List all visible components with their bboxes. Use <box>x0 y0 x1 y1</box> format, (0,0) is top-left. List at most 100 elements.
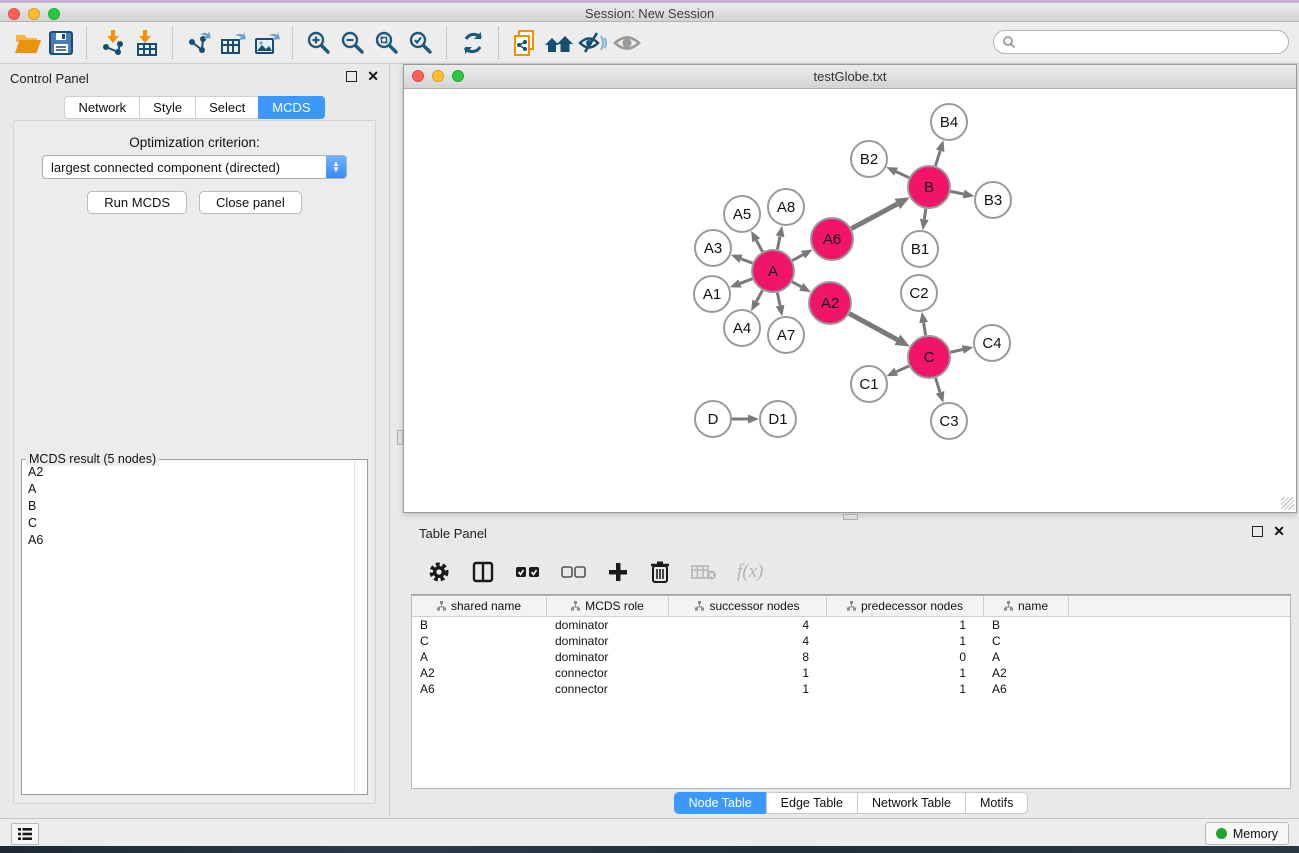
graph-edge-B-B2[interactable] <box>896 172 909 178</box>
float-panel-icon[interactable] <box>346 71 357 82</box>
graph-edge-C-C3[interactable] <box>936 378 940 392</box>
trash-icon[interactable] <box>649 560 671 584</box>
column-header-shared-name[interactable]: shared name <box>412 596 547 616</box>
graph-edge-B-B1[interactable] <box>924 209 926 220</box>
table-cell[interactable]: 1 <box>669 681 827 697</box>
tab-network[interactable]: Network <box>64 96 139 119</box>
window-resize-grip[interactable] <box>1281 497 1294 510</box>
table-cell[interactable]: 1 <box>827 633 984 649</box>
tab-mcds[interactable]: MCDS <box>258 96 324 119</box>
show-all-icon[interactable] <box>610 26 644 60</box>
table-row[interactable]: Adominator80A <box>412 649 1290 665</box>
tab-node-table[interactable]: Node Table <box>674 792 766 814</box>
graph-edge-B-B4[interactable] <box>935 151 940 166</box>
export-table-icon[interactable] <box>216 26 250 60</box>
first-neighbors-icon[interactable] <box>542 26 576 60</box>
table-cell[interactable]: connector <box>547 681 669 697</box>
close-panel-icon[interactable]: ✕ <box>367 71 379 82</box>
column-header-name[interactable]: name <box>984 596 1069 616</box>
table-cell[interactable]: A <box>984 649 1069 665</box>
network-graph[interactable]: B4B2BB3A8A5A6B1A3AA1C2A2A4A7C4CC1C3DD1 <box>405 89 1297 513</box>
tab-network-table[interactable]: Network Table <box>857 792 965 814</box>
open-folder-icon[interactable] <box>10 26 44 60</box>
tab-motifs[interactable]: Motifs <box>965 792 1028 814</box>
float-panel-icon[interactable] <box>1252 526 1263 537</box>
network-canvas[interactable]: B4B2BB3A8A5A6B1A3AA1C2A2A4A7C4CC1C3DD1 <box>405 89 1295 511</box>
zoom-out-icon[interactable] <box>336 26 370 60</box>
splitter-handle[interactable] <box>397 430 403 445</box>
import-table-icon[interactable] <box>130 26 164 60</box>
function-builder-icon[interactable]: f(x) <box>737 561 763 583</box>
table-cell[interactable]: A2 <box>984 665 1069 681</box>
refresh-icon[interactable] <box>456 26 490 60</box>
add-icon[interactable] <box>607 561 629 583</box>
table-cell[interactable]: 1 <box>827 665 984 681</box>
mcds-result-item[interactable]: A <box>23 481 355 498</box>
run-mcds-button[interactable]: Run MCDS <box>87 191 187 214</box>
table-cell[interactable]: A <box>412 649 547 665</box>
tab-select[interactable]: Select <box>195 96 258 119</box>
zoom-fit-icon[interactable] <box>370 26 404 60</box>
close-panel-icon[interactable]: ✕ <box>1273 526 1285 537</box>
table-row[interactable]: Cdominator41C <box>412 633 1290 649</box>
table-row[interactable]: A6connector11A6 <box>412 681 1290 697</box>
zoom-selected-icon[interactable] <box>404 26 438 60</box>
duplicate-network-icon[interactable] <box>508 26 542 60</box>
graph-edge-A-A6[interactable] <box>792 255 803 261</box>
table-cell[interactable]: 1 <box>669 665 827 681</box>
tab-style[interactable]: Style <box>139 96 195 119</box>
graph-edge-A-A4[interactable] <box>756 290 762 301</box>
deselect-all-icon[interactable] <box>561 562 587 582</box>
column-header-successor-nodes[interactable]: successor nodes <box>669 596 827 616</box>
table-row[interactable]: A2connector11A2 <box>412 665 1290 681</box>
graph-edge-B-B3[interactable] <box>951 191 964 194</box>
graph-edge-C-C2[interactable] <box>924 323 926 336</box>
table-cell[interactable]: dominator <box>547 633 669 649</box>
table-cell[interactable]: C <box>412 633 547 649</box>
import-network-icon[interactable] <box>96 26 130 60</box>
network-window-titlebar[interactable]: testGlobe.txt <box>404 65 1296 89</box>
graph-edge-A-A3[interactable] <box>741 259 752 263</box>
graph-edge-A-A8[interactable] <box>777 236 780 249</box>
close-panel-button[interactable]: Close panel <box>199 191 302 214</box>
table-cell[interactable]: connector <box>547 665 669 681</box>
table-cell[interactable]: dominator <box>547 617 669 633</box>
mcds-result-item[interactable]: A6 <box>23 532 355 549</box>
column-selector-icon[interactable] <box>471 560 495 584</box>
graph-edge-A2-C[interactable] <box>849 314 897 340</box>
table-cell[interactable]: B <box>412 617 547 633</box>
table-cell[interactable]: 8 <box>669 649 827 665</box>
graph-edge-A-A1[interactable] <box>740 279 752 284</box>
graph-edge-A6-B[interactable] <box>851 204 897 229</box>
graph-edge-C-C4[interactable] <box>950 350 962 353</box>
table-row[interactable]: Bdominator41B <box>412 617 1290 633</box>
table-cell[interactable]: 1 <box>827 617 984 633</box>
graph-edge-A-A5[interactable] <box>756 240 762 251</box>
mcds-result-item[interactable]: C <box>23 515 355 532</box>
table-cell[interactable]: dominator <box>547 649 669 665</box>
table-cell[interactable]: A2 <box>412 665 547 681</box>
table-cell[interactable]: 4 <box>669 633 827 649</box>
gear-icon[interactable] <box>427 560 451 584</box>
graph-edge-A-A2[interactable] <box>792 282 801 287</box>
optimization-criterion-select[interactable]: largest connected component (directed) ▲… <box>42 155 347 179</box>
save-icon[interactable] <box>44 26 78 60</box>
task-history-button[interactable] <box>11 823 39 845</box>
table-cell[interactable]: 0 <box>827 649 984 665</box>
table-cell[interactable]: B <box>984 617 1069 633</box>
table-cell[interactable]: C <box>984 633 1069 649</box>
hide-selected-icon[interactable] <box>576 26 610 60</box>
export-image-icon[interactable] <box>250 26 284 60</box>
column-header-MCDS-role[interactable]: MCDS role <box>547 596 669 616</box>
table-cell[interactable]: 4 <box>669 617 827 633</box>
mcds-list-scrollbar[interactable] <box>354 461 366 793</box>
table-cell[interactable]: 1 <box>827 681 984 697</box>
memory-button[interactable]: Memory <box>1205 822 1289 845</box>
tab-edge-table[interactable]: Edge Table <box>766 792 857 814</box>
column-header-predecessor-nodes[interactable]: predecessor nodes <box>827 596 984 616</box>
mcds-result-list[interactable]: A2ABCA6 <box>23 464 355 793</box>
mcds-result-item[interactable]: A2 <box>23 464 355 481</box>
select-all-icon[interactable] <box>515 562 541 582</box>
graph-edge-A-A7[interactable] <box>777 293 780 306</box>
search-input[interactable] <box>1016 32 1288 52</box>
